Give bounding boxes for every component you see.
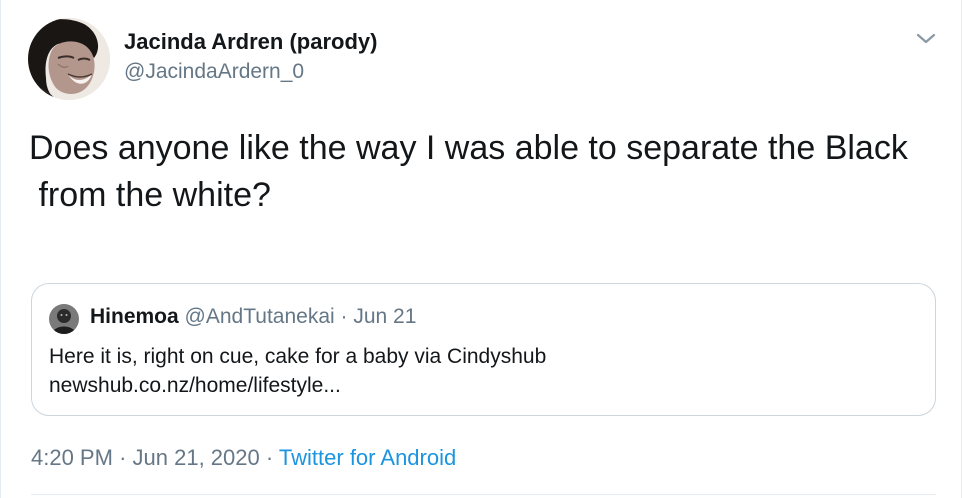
tweet-time[interactable]: 4:20 PM [31,445,113,470]
quoted-avatar-image [49,304,79,334]
quoted-date[interactable]: Jun 21 [353,305,416,328]
tweet-source-link[interactable]: Twitter for Android [279,445,456,470]
avatar-portrait-image [28,18,110,100]
author-handle[interactable]: @JacindaArdern_0 [124,60,304,84]
tweet-date[interactable]: Jun 21, 2020 [133,445,260,470]
tweet-body-text: Does anyone like the way I was able to s… [29,129,908,214]
quoted-author-avatar[interactable] [49,304,79,334]
quoted-link-text: newshub.co.nz/home/lifestyle... [49,374,341,397]
quoted-tweet-header: Hinemoa @AndTutanekai · Jun 21 [90,305,416,329]
author-avatar[interactable] [28,18,110,100]
tweet-card: Jacinda Ardren (parody) @JacindaArdern_0… [0,0,962,498]
author-display-name[interactable]: Jacinda Ardren (parody) [124,29,377,55]
footer-separator: · [119,445,127,470]
divider [31,494,936,495]
chevron-down-icon[interactable] [913,29,939,49]
tweet-footer: 4:20 PM · Jun 21, 2020 · Twitter for And… [31,445,456,471]
quoted-tweet-card[interactable]: Hinemoa @AndTutanekai · Jun 21 Here it i… [31,283,936,416]
quoted-text-line: Here it is, right on cue, cake for a bab… [49,345,547,368]
quoted-tweet-text: Here it is, right on cue, cake for a bab… [49,342,546,400]
quoted-author-name[interactable]: Hinemoa [90,305,179,328]
quoted-author-handle[interactable]: @AndTutanekai [185,305,335,328]
quoted-separator: · [340,305,348,328]
footer-separator: · [265,445,274,470]
